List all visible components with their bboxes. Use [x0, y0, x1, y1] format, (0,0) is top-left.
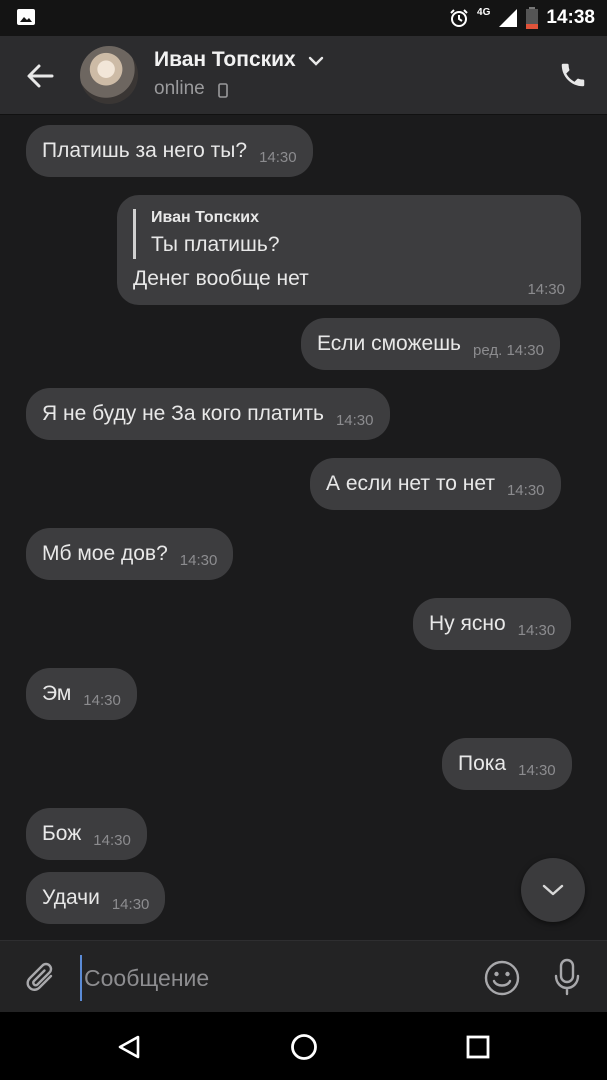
- avatar[interactable]: [80, 46, 138, 104]
- message-time: 14:30: [83, 691, 121, 709]
- message-text: Я не буду не За кого платить: [42, 402, 324, 425]
- microphone-icon[interactable]: [552, 957, 582, 997]
- message-outgoing-reply[interactable]: Иван Топских Ты платишь? Денег вообще не…: [117, 195, 581, 305]
- clock: 14:38: [546, 7, 595, 28]
- chevron-down-icon[interactable]: [308, 54, 324, 68]
- message-outgoing[interactable]: Ну ясно 14:30: [413, 598, 572, 650]
- message-incoming[interactable]: Мб мое дов? 14:30: [26, 528, 234, 580]
- message-meta: ред. 14:30: [473, 342, 544, 359]
- chat-header: Иван Топских online: [0, 36, 607, 115]
- message-text: Удачи: [42, 886, 100, 909]
- message-text: Мб мое дов?: [42, 542, 168, 565]
- edited-label: ред.: [473, 341, 503, 359]
- message-time: 14:30: [111, 895, 150, 913]
- message-composer: [0, 940, 607, 1013]
- online-status: online: [154, 78, 205, 99]
- scroll-down-button[interactable]: [521, 858, 585, 922]
- alarm-icon: [450, 9, 468, 27]
- back-arrow-icon[interactable]: [22, 58, 58, 94]
- contact-name[interactable]: Иван Топских: [154, 48, 296, 72]
- message-text: Ну ясно: [429, 612, 506, 635]
- message-text: Платишь за него ты?: [42, 139, 248, 162]
- network-type: 4G: [477, 6, 491, 18]
- message-time: 14:30: [518, 761, 556, 779]
- message-text: Денег вообще нет: [133, 267, 309, 290]
- message-incoming[interactable]: Я не буду не За кого платить 14:30: [26, 388, 390, 440]
- message-text: А если нет то нет: [326, 472, 495, 495]
- battery-icon: [526, 7, 539, 29]
- message-outgoing[interactable]: Пока 14:30: [442, 738, 572, 790]
- message-incoming[interactable]: Удачи 14:30: [26, 872, 166, 924]
- message-text: Эм: [42, 682, 72, 705]
- chevron-down-icon: [542, 884, 564, 896]
- message-incoming[interactable]: Платишь за него ты? 14:30: [26, 125, 313, 177]
- message-time: 14:30: [179, 551, 218, 569]
- status-bar: 4G 14:38: [0, 0, 607, 36]
- image-icon: [17, 9, 35, 25]
- message-outgoing[interactable]: Если сможешь ред. 14:30: [301, 318, 560, 370]
- message-time: 14:30: [506, 341, 544, 359]
- reply-author: Иван Топских: [151, 209, 259, 226]
- message-time: 14:30: [335, 411, 374, 429]
- message-input[interactable]: [80, 955, 466, 1001]
- message-time: 14:30: [93, 831, 131, 849]
- message-text: Бож: [42, 822, 82, 845]
- reply-quote-text: Ты платишь?: [151, 233, 280, 256]
- navigation-bar: [0, 1012, 607, 1080]
- attach-icon[interactable]: [24, 959, 58, 997]
- nav-back-icon[interactable]: [116, 1034, 142, 1060]
- message-text: Если сможешь: [317, 332, 461, 355]
- message-incoming[interactable]: Бож 14:30: [26, 808, 147, 860]
- nav-home-icon[interactable]: [289, 1032, 319, 1062]
- message-time: 14:30: [259, 148, 297, 166]
- nav-recent-icon[interactable]: [466, 1035, 490, 1059]
- message-time: 14:30: [506, 481, 545, 499]
- phone-icon[interactable]: [558, 60, 588, 90]
- message-outgoing[interactable]: А если нет то нет 14:30: [310, 458, 561, 510]
- emoji-icon[interactable]: [483, 959, 521, 997]
- mobile-phone-icon: [218, 83, 228, 98]
- message-time: 14:30: [527, 281, 565, 298]
- message-incoming[interactable]: Эм 14:30: [26, 668, 137, 720]
- signal-icon: [499, 9, 518, 27]
- message-text: Пока: [458, 752, 507, 775]
- quote-bar: [133, 209, 136, 259]
- message-time: 14:30: [517, 621, 556, 639]
